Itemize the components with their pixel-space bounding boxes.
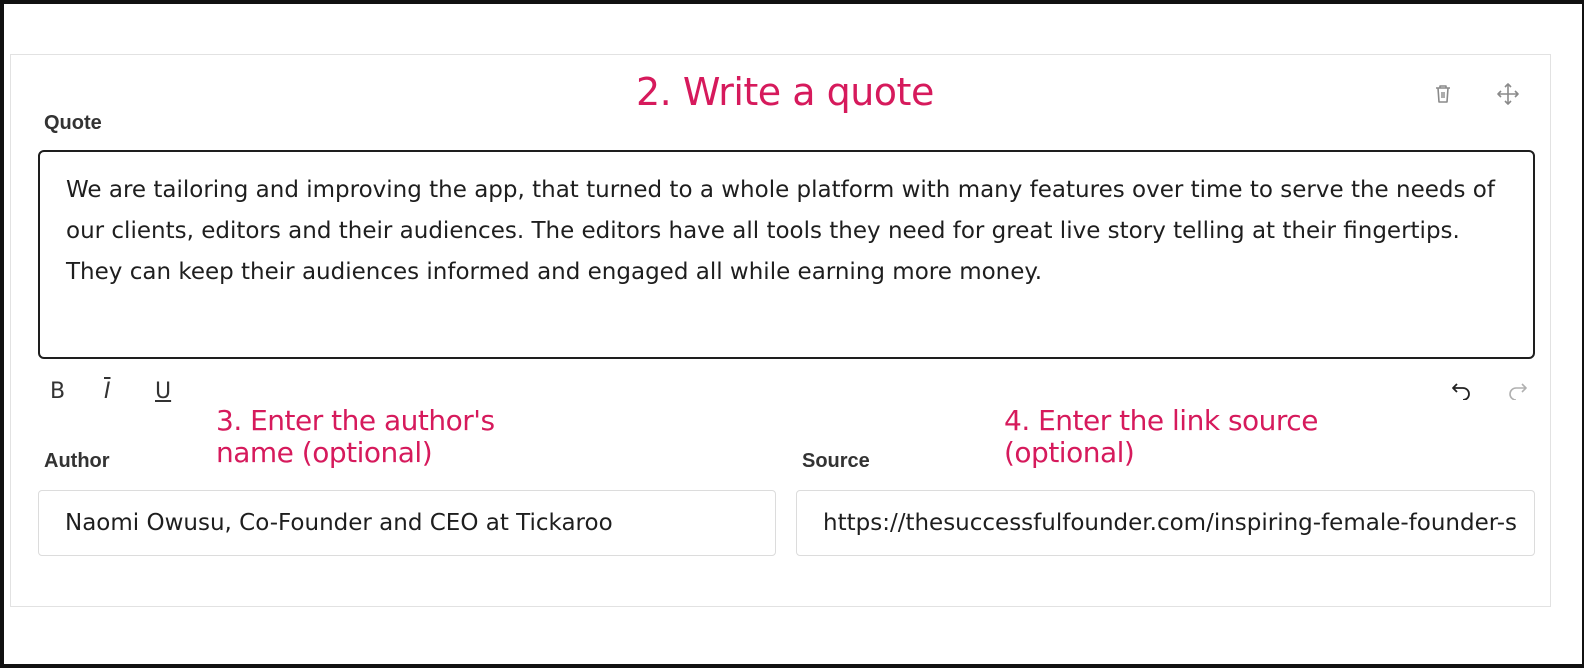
- author-input[interactable]: Naomi Owusu, Co-Founder and CEO at Ticka…: [38, 490, 776, 556]
- annotation-source-line1: 4. Enter the link source: [1004, 404, 1318, 437]
- italic-button[interactable]: I: [104, 379, 111, 404]
- undo-icon[interactable]: [1451, 380, 1473, 405]
- annotation-source-line2: (optional): [1004, 436, 1135, 469]
- move-icon[interactable]: [1496, 82, 1520, 111]
- bold-button[interactable]: B: [50, 379, 65, 404]
- underline-button[interactable]: U: [155, 379, 171, 404]
- trash-icon[interactable]: [1433, 83, 1453, 110]
- source-input[interactable]: https://thesuccessfulfounder.com/inspiri…: [796, 490, 1535, 556]
- quote-textarea[interactable]: We are tailoring and improving the app, …: [38, 150, 1535, 359]
- redo-icon[interactable]: [1506, 380, 1528, 405]
- source-label: Source: [802, 450, 870, 472]
- quote-label: Quote: [44, 112, 102, 134]
- author-label: Author: [44, 450, 110, 472]
- annotation-author-line2: name (optional): [216, 436, 433, 469]
- annotation-write-quote: 2. Write a quote: [636, 70, 934, 114]
- annotation-author-line1: 3. Enter the author's: [216, 404, 495, 437]
